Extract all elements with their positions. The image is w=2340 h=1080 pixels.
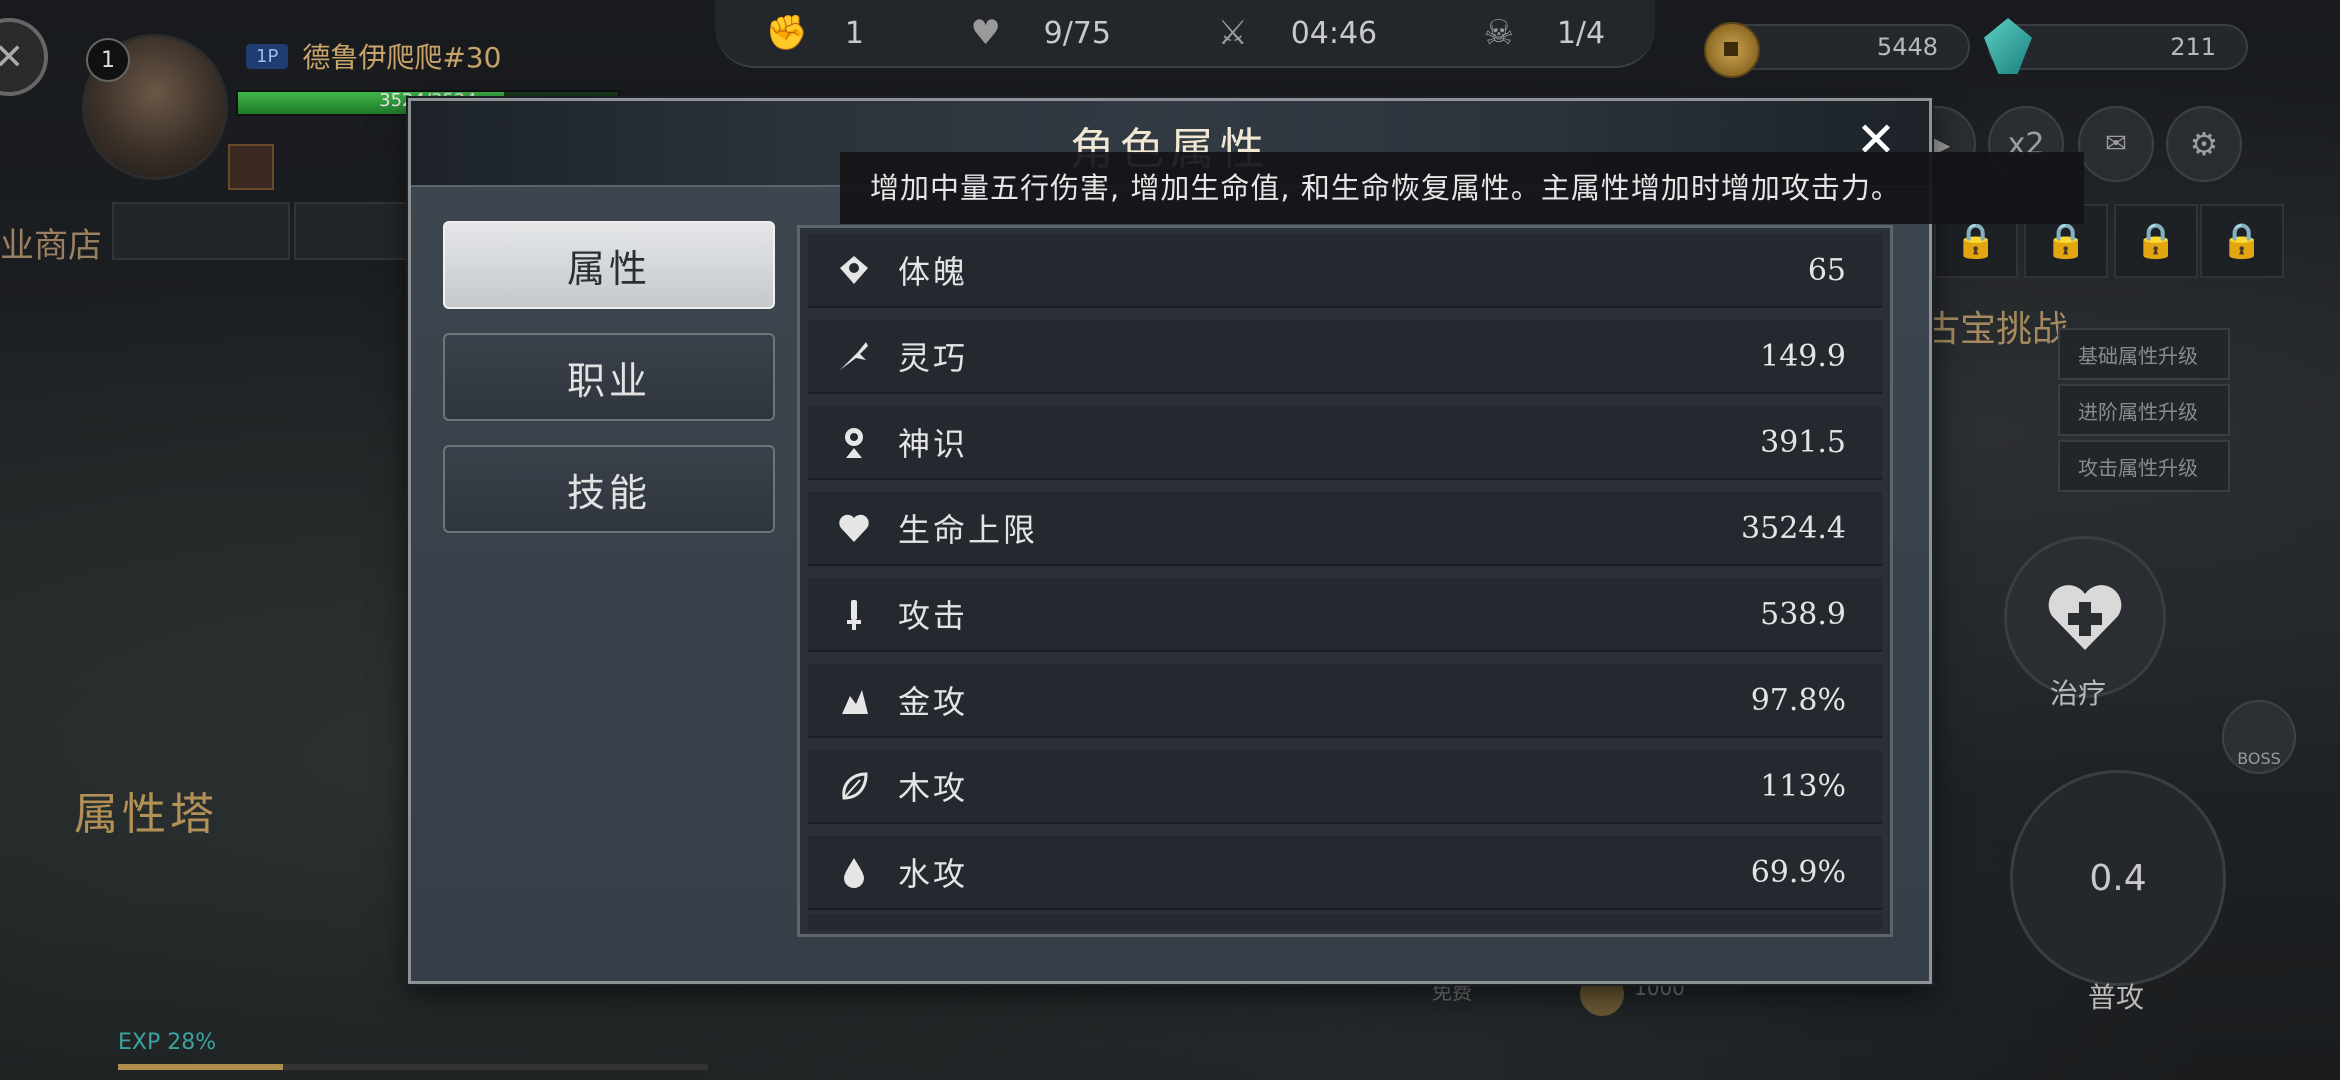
sword-icon (834, 594, 874, 634)
locked-slot-4[interactable]: 🔒 (2200, 204, 2284, 278)
stat-list-partial-row (808, 914, 1882, 930)
attack-button[interactable]: 0.4 (2010, 770, 2226, 986)
stat-row[interactable]: 金攻 97.8% (808, 664, 1882, 738)
kills-stat: ✊ 1 (765, 11, 864, 55)
stat-value: 113% (1760, 768, 1846, 804)
shop-label[interactable]: 业商店 (0, 218, 102, 267)
stat-value: 149.9 (1760, 338, 1846, 374)
attribute-tower-label[interactable]: 属性塔 (74, 778, 218, 842)
player-name-row: 1P 德鲁伊爬爬#30 (246, 36, 501, 76)
waves-stat: ♥ 9/75 (964, 11, 1111, 55)
agility-icon (834, 336, 874, 376)
tab-skills[interactable]: 技能 (443, 445, 775, 533)
heart-icon (834, 508, 874, 548)
stat-name: 金攻 (898, 683, 969, 721)
exp-bar (118, 1064, 708, 1070)
coin-value: 5448 (1876, 33, 1938, 61)
mail-icon[interactable]: ✉ (2078, 106, 2154, 182)
buff-icon[interactable] (228, 144, 274, 190)
gem-counter[interactable]: 211 (1984, 18, 2248, 74)
fist-icon: ✊ (765, 13, 809, 53)
stat-value: 65 (1807, 252, 1846, 288)
stat-value: 391.5 (1760, 424, 1846, 460)
spirit-icon (834, 422, 874, 462)
boss-count-stat: ☠ 1/4 (1477, 11, 1606, 55)
gear-icon[interactable]: ⚙ (2166, 106, 2242, 182)
crossed-swords-icon: ⚔ (1217, 13, 1248, 53)
stat-name: 木攻 (898, 769, 969, 807)
heal-label: 治疗 (2050, 677, 2107, 710)
player-level-badge: 1 (86, 38, 130, 82)
stat-row[interactable]: 木攻 113% (808, 750, 1882, 824)
modal-tabs: 属性 职业 技能 (443, 221, 775, 557)
stat-name: 神识 (898, 425, 969, 463)
stat-row[interactable]: 体魄 65 (808, 234, 1882, 308)
stat-row[interactable]: 水攻 69.9% (808, 836, 1882, 910)
kills-value: 1 (844, 15, 864, 51)
gem-value: 211 (2170, 33, 2216, 61)
waves-value: 9/75 (1043, 15, 1111, 51)
stat-row[interactable]: 攻击 538.9 (808, 578, 1882, 652)
stat-name: 体魄 (898, 253, 969, 291)
stat-row[interactable]: 生命上限 3524.4 (808, 492, 1882, 566)
attribute-tooltip: 增加中量五行伤害, 增加生命值, 和生命恢复属性。主属性增加时增加攻击力。 (840, 152, 2084, 224)
heal-heart-icon (2048, 585, 2122, 650)
coin-icon (1704, 22, 1760, 78)
upgrade-basic-button[interactable]: 基础属性升级 (2058, 328, 2230, 380)
body-icon (834, 250, 874, 290)
lock-icon: 🔒 (2134, 221, 2178, 261)
metal-icon (834, 680, 874, 720)
stat-name: 水攻 (898, 855, 969, 893)
lock-icon: 🔒 (1954, 221, 1998, 261)
player-tag: 1P (246, 43, 289, 69)
stat-row[interactable]: 神识 391.5 (808, 406, 1882, 480)
top-hud: ✊ 1 ♥ 9/75 ⚔ 04:46 ☠ 1/4 (715, 0, 1655, 68)
boss-count-value: 1/4 (1556, 15, 1606, 51)
stat-value: 538.9 (1760, 596, 1846, 632)
treasure-challenge-label[interactable]: 古宝挑战 (1924, 300, 2068, 352)
attack-cooldown: 0.4 (2089, 857, 2147, 899)
boss-label: BOSS (2237, 749, 2281, 768)
exp-label: EXP 28% (118, 1030, 217, 1055)
character-attributes-modal: 角色属性 ✕ 属性 职业 技能 体魄 65 灵巧 149.9 神识 391.5 生命上限 35… (408, 98, 1932, 984)
player-name: 德鲁伊爬爬#30 (302, 41, 502, 74)
stat-value: 69.9% (1750, 854, 1846, 890)
lock-icon: 🔒 (2220, 221, 2264, 261)
skill-slot-1[interactable] (112, 202, 290, 260)
demon-mask-icon: ☠ (1483, 13, 1515, 53)
upgrade-advanced-button[interactable]: 进阶属性升级 (2058, 384, 2230, 436)
timer-value: 04:46 (1290, 15, 1378, 51)
heartbeat-icon: ♥ (970, 13, 1001, 53)
timer-stat: ⚔ 04:46 (1211, 11, 1377, 55)
water-icon (834, 852, 874, 892)
stat-value: 97.8% (1750, 682, 1846, 718)
stat-value: 3524.4 (1741, 510, 1846, 546)
tab-attributes[interactable]: 属性 (443, 221, 775, 309)
tab-class[interactable]: 职业 (443, 333, 775, 421)
skill-slot-2[interactable] (294, 202, 418, 260)
stat-name: 生命上限 (898, 511, 1039, 549)
upgrade-attack-button[interactable]: 攻击属性升级 (2058, 440, 2230, 492)
stat-list[interactable]: 体魄 65 灵巧 149.9 神识 391.5 生命上限 3524.4 攻击 538.9 金攻 97.… (797, 225, 1893, 937)
locked-slot-3[interactable]: 🔒 (2114, 204, 2198, 278)
coin-counter[interactable]: 5448 (1704, 22, 1970, 78)
exp-fill (118, 1064, 284, 1070)
back-icon[interactable]: ✕ (0, 18, 48, 96)
leaf-icon (834, 766, 874, 806)
attack-label: 普攻 (2088, 981, 2145, 1014)
stat-name: 攻击 (898, 597, 969, 635)
boss-button[interactable]: BOSS (2222, 700, 2296, 774)
stat-name: 灵巧 (898, 339, 969, 377)
lock-icon: 🔒 (2044, 221, 2088, 261)
stat-row[interactable]: 灵巧 149.9 (808, 320, 1882, 394)
